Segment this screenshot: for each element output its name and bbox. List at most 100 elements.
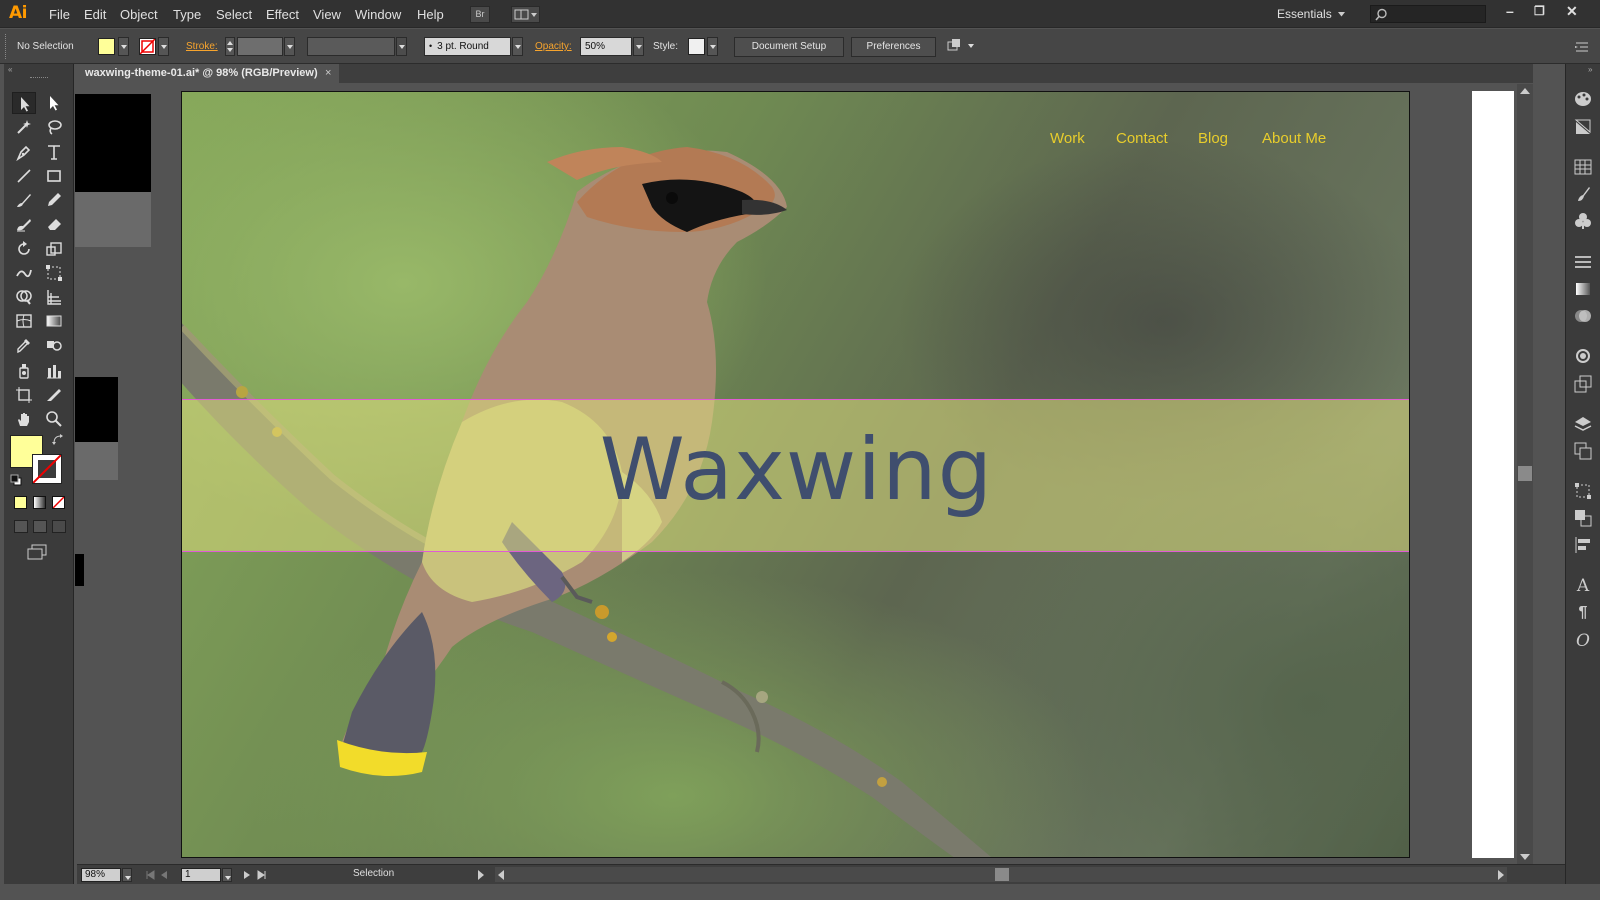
nav-work[interactable]: Work [1050,130,1085,147]
bridge-button[interactable]: Br [470,6,490,23]
menu-help[interactable]: Help [417,7,444,22]
opacity-dropdown[interactable] [633,37,644,56]
expand-panels-icon[interactable]: » [1588,65,1592,74]
graphic-style-swatch[interactable] [688,38,705,55]
close-icon[interactable]: ✕ [1566,3,1578,20]
opacity-field[interactable]: 50% [580,37,632,56]
color-panel-icon[interactable] [1573,89,1593,109]
swatches-panel-icon[interactable] [1573,157,1593,177]
scroll-up-icon[interactable] [1520,88,1530,94]
symbol-sprayer-tool[interactable] [12,360,36,382]
restore-icon[interactable]: ❐ [1534,4,1545,18]
nav-contact[interactable]: Contact [1116,130,1168,147]
next-last-artboard-icon[interactable] [242,870,274,880]
arrange-options-icon[interactable] [946,38,978,55]
rotate-tool[interactable] [12,238,36,260]
offboard-object[interactable] [75,377,118,442]
character-panel-icon[interactable]: A [1573,576,1593,596]
hero-title-band[interactable]: Waxwing [182,399,1409,552]
status-menu-icon[interactable] [477,870,485,880]
fill-swatch[interactable] [98,38,115,55]
offboard-object[interactable] [75,442,118,480]
menu-effect[interactable]: Effect [266,7,299,22]
magic-wand-tool[interactable] [12,116,36,138]
stroke-label[interactable]: Stroke: [186,41,218,52]
brushes-panel-icon[interactable] [1573,184,1593,204]
toolbox-grip[interactable] [30,77,48,79]
opacity-label[interactable]: Opacity: [535,41,572,52]
paragraph-panel-icon[interactable]: ¶ [1573,604,1593,624]
artboard-number-field[interactable]: 1 [181,868,221,882]
hand-tool[interactable] [12,408,36,430]
zoom-level-field[interactable]: 98% [81,868,121,882]
eyedropper-tool[interactable] [12,334,36,356]
color-guide-icon[interactable] [1573,117,1593,137]
default-colors-icon[interactable] [10,474,22,486]
menu-file[interactable]: File [49,7,70,22]
style-dropdown[interactable] [707,37,718,56]
gradient-mode-button[interactable] [33,496,46,509]
current-tool-status[interactable]: Selection [353,868,394,879]
brush-dropdown[interactable] [512,37,523,56]
offboard-object[interactable] [75,94,151,192]
scale-tool[interactable] [42,238,66,260]
offboard-object[interactable] [75,554,84,586]
variable-width-profile[interactable] [307,37,395,56]
scroll-left-icon[interactable] [498,870,504,880]
stroke-panel-icon[interactable] [1573,252,1593,272]
vertical-scroll-thumb[interactable] [1518,466,1532,481]
artboard-tool[interactable] [12,384,36,406]
search-input[interactable] [1370,5,1486,23]
fill-dropdown[interactable] [118,37,129,56]
type-tool[interactable] [42,141,66,163]
first-previous-artboard-icon[interactable] [145,870,177,880]
stroke-swatch[interactable] [139,38,156,55]
color-mode-button[interactable] [14,496,27,509]
selection-tool[interactable] [12,92,36,114]
none-mode-button[interactable] [52,496,65,509]
nav-blog[interactable]: Blog [1198,130,1228,147]
column-graph-tool[interactable] [42,360,66,382]
screen-mode-icon[interactable] [26,544,48,560]
stroke-color-box[interactable] [32,454,62,484]
appearance-panel-icon[interactable] [1573,346,1593,366]
transparency-panel-icon[interactable] [1573,306,1593,326]
offboard-object[interactable] [75,192,151,247]
artboard[interactable]: Waxwing Work Contact Blog About Me [181,91,1410,858]
nav-about-me[interactable]: About Me [1262,130,1326,147]
line-segment-tool[interactable] [12,165,36,187]
draw-inside-button[interactable] [52,520,66,533]
eraser-tool[interactable] [42,213,66,235]
preferences-button[interactable]: Preferences [851,37,936,57]
horizontal-scrollbar[interactable] [495,867,1507,882]
menu-window[interactable]: Window [355,7,401,22]
layers-panel-icon[interactable] [1573,414,1593,434]
adjacent-artboard[interactable] [1472,91,1514,858]
hero-title[interactable]: Waxwing [182,420,1409,520]
menu-edit[interactable]: Edit [84,7,106,22]
scroll-right-icon[interactable] [1498,870,1504,880]
close-tab-icon[interactable]: × [325,67,331,79]
panel-menu-icon[interactable] [1574,40,1590,54]
pencil-tool[interactable] [42,189,66,211]
menu-type[interactable]: Type [173,7,201,22]
lasso-tool[interactable] [42,116,66,138]
stroke-dropdown[interactable] [158,37,169,56]
workspace-chevron-icon[interactable] [1338,12,1345,17]
menu-select[interactable]: Select [216,7,252,22]
graphic-styles-icon[interactable] [1573,374,1593,394]
control-bar-grip[interactable] [5,34,8,59]
transform-panel-icon[interactable] [1573,481,1593,501]
vertical-scrollbar[interactable] [1517,84,1533,864]
menu-view[interactable]: View [313,7,341,22]
symbols-panel-icon[interactable] [1573,211,1593,231]
draw-normal-button[interactable] [14,520,28,533]
perspective-grid-tool[interactable] [42,286,66,308]
collapse-panel-icon[interactable]: « [8,65,12,74]
pen-tool[interactable] [12,141,36,163]
stroke-weight-field[interactable] [237,37,283,56]
width-tool[interactable] [12,262,36,284]
gradient-tool[interactable] [42,310,66,332]
blend-tool[interactable] [42,334,66,356]
pathfinder-panel-icon[interactable] [1573,508,1593,528]
